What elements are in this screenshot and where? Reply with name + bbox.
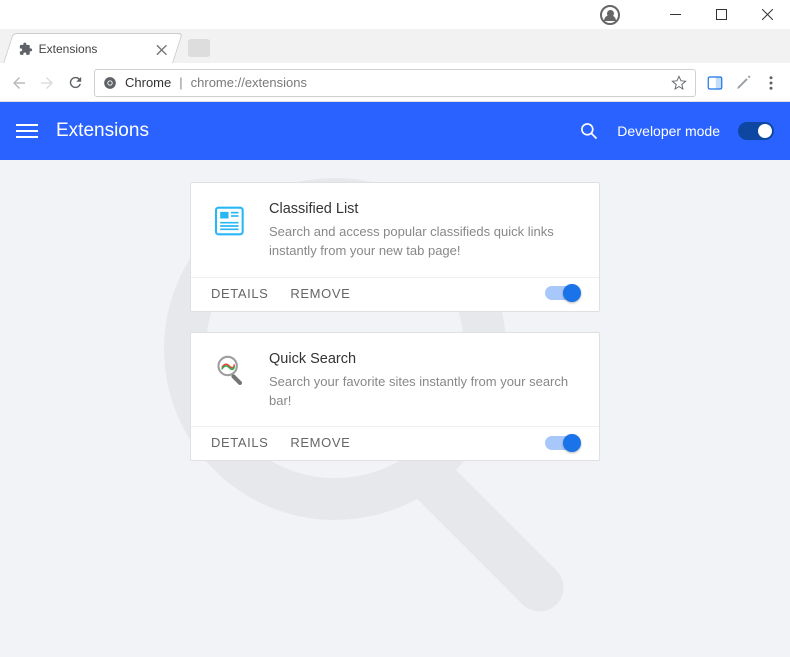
reload-button[interactable]	[66, 74, 84, 92]
extension-name: Classified List	[269, 201, 579, 217]
page-header: Extensions Developer mode	[0, 102, 790, 160]
close-window-button[interactable]	[744, 0, 790, 30]
extension-name: Quick Search	[269, 351, 579, 367]
remove-button[interactable]: REMOVE	[290, 435, 350, 450]
newspaper-icon	[211, 201, 251, 241]
page-title: Extensions	[56, 120, 149, 142]
remove-button[interactable]: REMOVE	[290, 286, 350, 301]
tab-title: Extensions	[39, 42, 98, 56]
forward-button[interactable]	[38, 74, 56, 92]
bookmark-star-icon[interactable]	[671, 75, 687, 91]
minimize-button[interactable]	[652, 0, 698, 30]
browser-tab[interactable]: Extensions	[3, 33, 183, 63]
magnifier-icon	[211, 351, 251, 391]
developer-mode-label: Developer mode	[617, 123, 720, 139]
close-tab-icon[interactable]	[157, 44, 167, 54]
content-area: Classified List Search and access popula…	[0, 160, 790, 657]
address-bar[interactable]: Chrome | chrome://extensions	[94, 69, 696, 97]
details-button[interactable]: DETAILS	[211, 286, 268, 301]
new-tab-button[interactable]	[188, 39, 210, 57]
details-button[interactable]: DETAILS	[211, 435, 268, 450]
developer-mode-toggle[interactable]	[738, 122, 774, 140]
enable-extension-toggle[interactable]	[545, 286, 579, 300]
chrome-icon	[103, 76, 117, 90]
menu-dots-icon[interactable]	[762, 74, 780, 92]
maximize-button[interactable]	[698, 0, 744, 30]
url-text: chrome://extensions	[191, 75, 307, 90]
user-profile-icon[interactable]	[600, 5, 620, 25]
browser-toolbar: Chrome | chrome://extensions	[0, 64, 790, 102]
panel-icon[interactable]	[706, 74, 724, 92]
extension-description: Search and access popular classifieds qu…	[269, 223, 579, 261]
url-scheme: Chrome	[125, 75, 171, 90]
extension-card: Quick Search Search your favorite sites …	[190, 332, 600, 462]
search-icon[interactable]	[579, 121, 599, 141]
extension-puzzle-icon	[19, 42, 33, 56]
extension-description: Search your favorite sites instantly fro…	[269, 373, 579, 411]
url-separator: |	[179, 75, 182, 90]
hamburger-menu-icon[interactable]	[16, 120, 38, 142]
window-titlebar	[0, 0, 790, 30]
enable-extension-toggle[interactable]	[545, 436, 579, 450]
back-button[interactable]	[10, 74, 28, 92]
tabstrip: Extensions	[0, 29, 790, 63]
customize-icon[interactable]	[734, 74, 752, 92]
extension-card: Classified List Search and access popula…	[190, 182, 600, 312]
